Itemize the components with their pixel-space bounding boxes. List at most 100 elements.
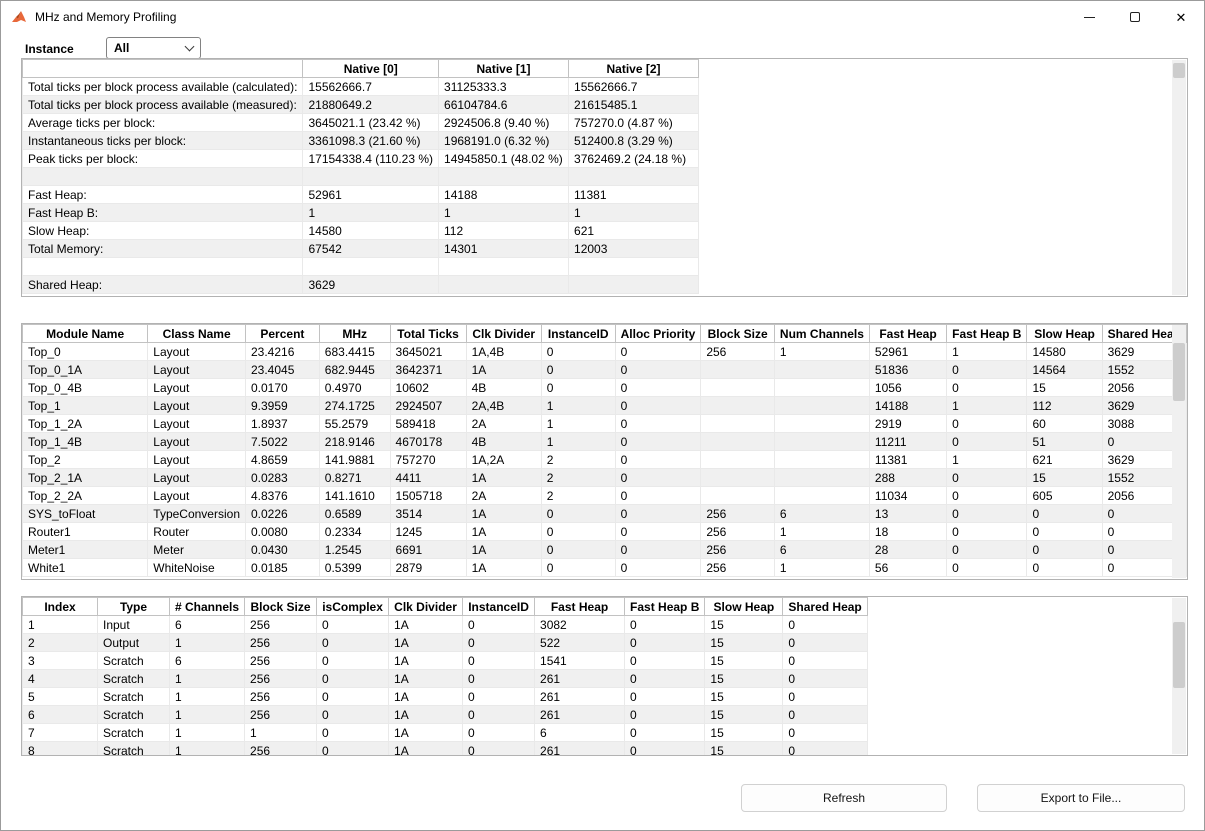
table-cell: 2A,4B (466, 397, 541, 415)
table-row[interactable]: Fast Heap B:111 (23, 204, 699, 222)
table-cell: 0.4970 (319, 379, 390, 397)
table-cell: 0 (783, 634, 867, 652)
table-row[interactable]: Total ticks per block process available … (23, 96, 699, 114)
table-cell: 0 (947, 505, 1027, 523)
table-cell: 0 (1027, 505, 1102, 523)
table-cell: 0 (947, 541, 1027, 559)
table-cell: 0 (541, 343, 615, 361)
table-cell: 1A (389, 670, 463, 688)
table-row[interactable]: 2Output125601A05220150 (23, 634, 868, 652)
table-row[interactable]: Top_1Layout9.3959274.172529245072A,4B101… (23, 397, 1187, 415)
table-row[interactable]: Top_0_4BLayout0.01700.4970106024B0010560… (23, 379, 1187, 397)
table-cell: Average ticks per block: (23, 114, 303, 132)
table-row[interactable]: Meter1Meter0.04301.254566911A00256628000 (23, 541, 1187, 559)
table-row[interactable]: Total Memory:675421430112003 (23, 240, 699, 258)
table-cell: 4670178 (390, 433, 466, 451)
scrollbar-thumb[interactable] (1173, 622, 1185, 688)
table-row[interactable]: 4Scratch125601A02610150 (23, 670, 868, 688)
table-cell: 4.8659 (246, 451, 320, 469)
table-cell: 256 (701, 505, 775, 523)
table-cell: 1 (170, 706, 245, 724)
module-vertical-scrollbar[interactable] (1172, 325, 1186, 578)
table-cell: 683.4415 (319, 343, 390, 361)
table-cell: 66104784.6 (439, 96, 569, 114)
table-row[interactable]: Top_2_2ALayout4.8376141.161015057182A201… (23, 487, 1187, 505)
table-row[interactable]: Router1Router0.00800.233412451A002561180… (23, 523, 1187, 541)
table-cell: 12003 (569, 240, 699, 258)
scrollbar-thumb[interactable] (1173, 63, 1185, 78)
table-cell: WhiteNoise (148, 559, 246, 577)
export-to-file-button[interactable]: Export to File... (977, 784, 1185, 812)
table-cell: 0 (615, 487, 701, 505)
table-cell: 18 (869, 523, 946, 541)
table-row[interactable]: 8Scratch125601A02610150 (23, 742, 868, 757)
buffer-vertical-scrollbar[interactable] (1172, 598, 1186, 754)
table-cell: 0 (615, 361, 701, 379)
chevron-down-icon (185, 42, 195, 52)
table-row[interactable]: Shared Heap:3629 (23, 276, 699, 294)
table-cell: 0 (463, 724, 535, 742)
table-row[interactable]: Fast Heap:529611418811381 (23, 186, 699, 204)
table-cell: 2924507 (390, 397, 466, 415)
table-cell: Scratch (98, 724, 170, 742)
summary-vertical-scrollbar[interactable] (1172, 60, 1186, 295)
table-cell: Layout (148, 487, 246, 505)
column-header: Fast Heap (869, 325, 946, 343)
table-row[interactable]: Top_2Layout4.8659141.98817572701A,2A2011… (23, 451, 1187, 469)
table-cell: 0 (1027, 523, 1102, 541)
table-row[interactable]: 6Scratch125601A02610150 (23, 706, 868, 724)
refresh-button[interactable]: Refresh (741, 784, 947, 812)
table-cell: 1 (774, 523, 869, 541)
table-row[interactable]: Total ticks per block process available … (23, 78, 699, 96)
table-cell: Total Memory: (23, 240, 303, 258)
table-cell: 1A (466, 469, 541, 487)
table-row[interactable]: 7Scratch1101A060150 (23, 724, 868, 742)
summary-table: Native [0]Native [1]Native [2]Total tick… (22, 59, 699, 294)
table-cell: Router (148, 523, 246, 541)
table-cell (439, 276, 569, 294)
table-cell: 256 (701, 343, 775, 361)
table-cell: Scratch (98, 688, 170, 706)
table-row[interactable]: Top_0_1ALayout23.4045682.944536423711A00… (23, 361, 1187, 379)
table-row[interactable]: White1WhiteNoise0.01850.539928791A002561… (23, 559, 1187, 577)
table-cell: 0.6589 (319, 505, 390, 523)
close-button[interactable]: ✕ (1158, 1, 1204, 33)
table-row[interactable]: 5Scratch125601A02610150 (23, 688, 868, 706)
table-cell: 0 (783, 652, 867, 670)
table-row[interactable]: SYS_toFloatTypeConversion0.02260.6589351… (23, 505, 1187, 523)
maximize-button[interactable] (1112, 1, 1158, 33)
table-row[interactable]: 1Input625601A030820150 (23, 616, 868, 634)
table-cell: 0 (625, 634, 705, 652)
table-row[interactable]: Average ticks per block:3645021.1 (23.42… (23, 114, 699, 132)
table-row[interactable]: Peak ticks per block:17154338.4 (110.23 … (23, 150, 699, 168)
table-row[interactable]: Top_1_2ALayout1.893755.25795894182A10291… (23, 415, 1187, 433)
table-cell: 23.4045 (246, 361, 320, 379)
column-header: InstanceID (541, 325, 615, 343)
table-row[interactable]: Top_1_4BLayout7.5022218.914646701784B101… (23, 433, 1187, 451)
table-cell: 512400.8 (3.29 %) (569, 132, 699, 150)
table-cell: Layout (148, 361, 246, 379)
table-row[interactable]: Slow Heap:14580112621 (23, 222, 699, 240)
table-cell: 1056 (869, 379, 946, 397)
table-row[interactable]: Instantaneous ticks per block:3361098.3 … (23, 132, 699, 150)
table-row[interactable]: 3Scratch625601A015410150 (23, 652, 868, 670)
table-cell (569, 258, 699, 276)
table-cell: 6 (170, 616, 245, 634)
table-cell: 0 (317, 616, 389, 634)
table-cell: 256 (701, 559, 775, 577)
table-row[interactable] (23, 258, 699, 276)
table-cell: 1.8937 (246, 415, 320, 433)
minimize-button[interactable] (1066, 1, 1112, 33)
table-cell (774, 433, 869, 451)
table-row[interactable]: Top_0Layout23.4216683.441536450211A,4B00… (23, 343, 1187, 361)
table-cell: 141.1610 (319, 487, 390, 505)
table-cell: 141.9881 (319, 451, 390, 469)
table-cell (701, 415, 775, 433)
table-cell: 0 (317, 670, 389, 688)
instance-dropdown[interactable]: All (106, 37, 201, 59)
table-cell: 2924506.8 (9.40 %) (439, 114, 569, 132)
scrollbar-thumb[interactable] (1173, 343, 1185, 401)
table-row[interactable] (23, 168, 699, 186)
maximize-icon (1130, 12, 1140, 22)
table-row[interactable]: Top_2_1ALayout0.02830.827144111A20288015… (23, 469, 1187, 487)
